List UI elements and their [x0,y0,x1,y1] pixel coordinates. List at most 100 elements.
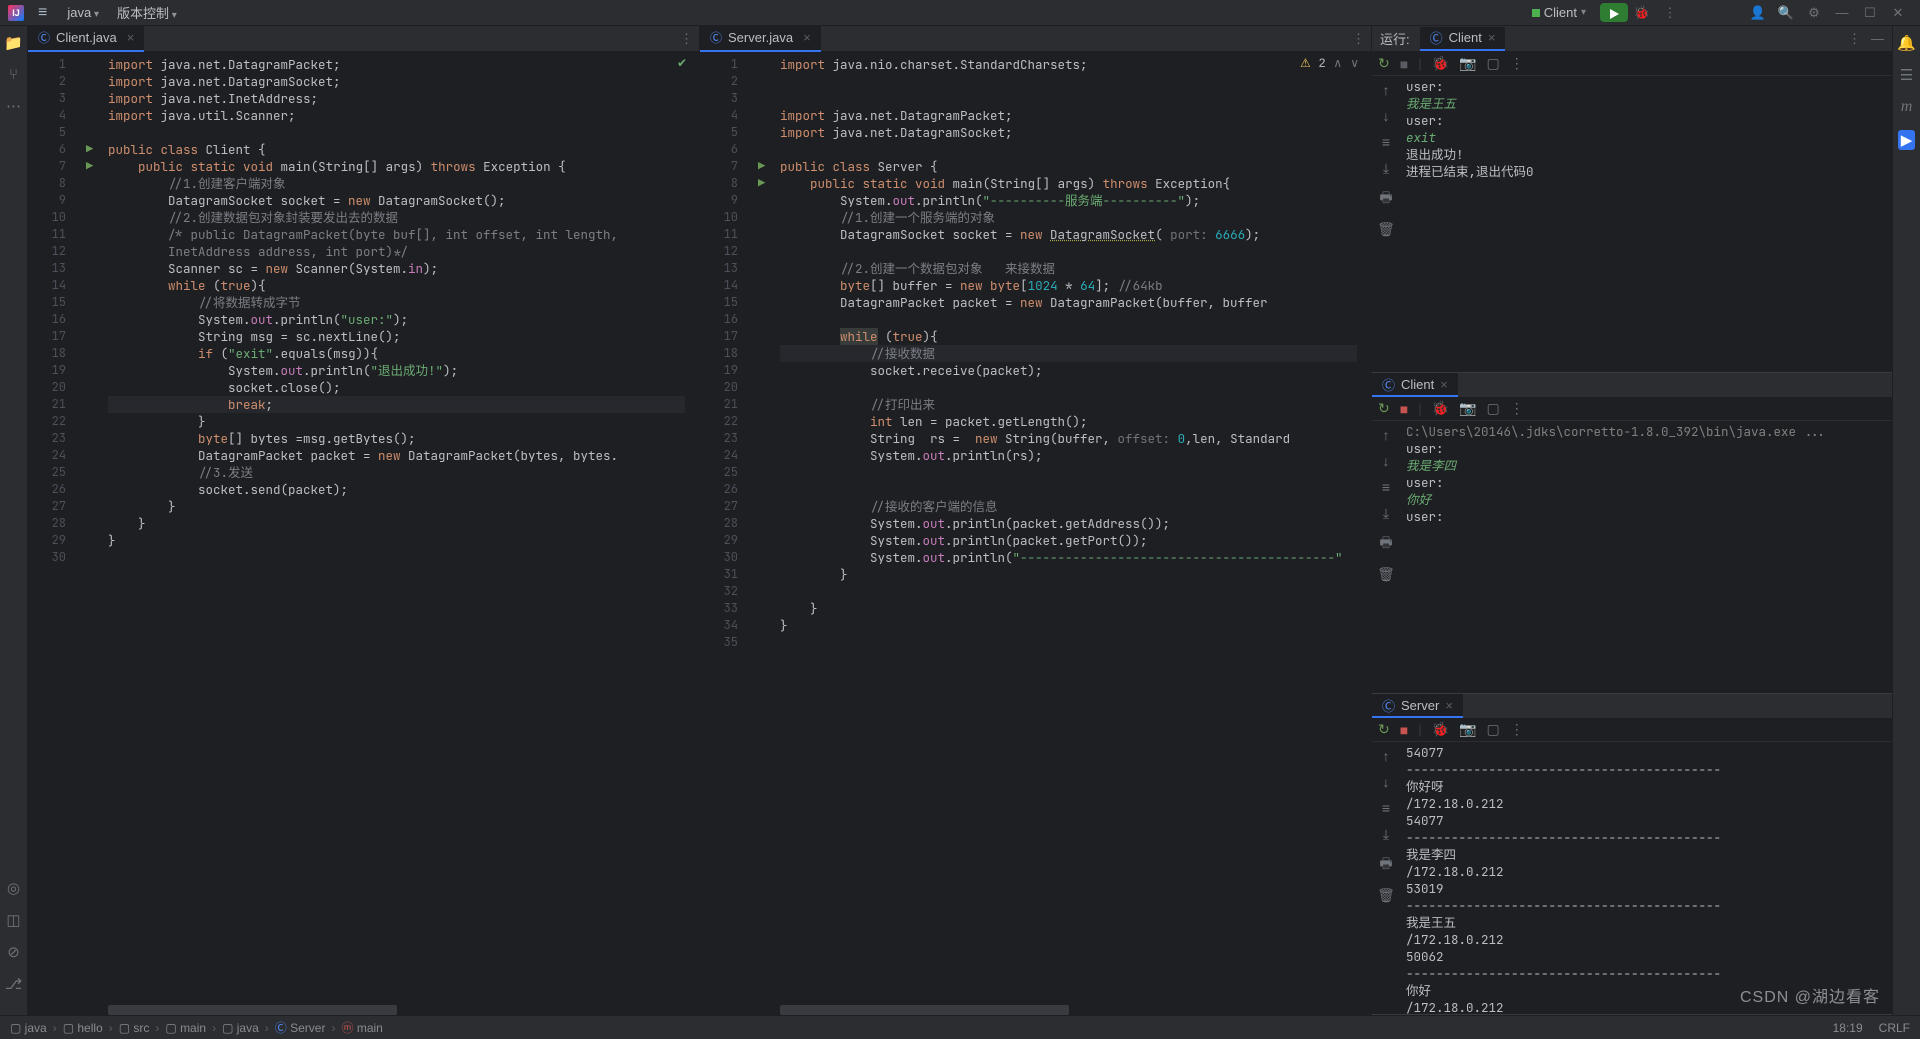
code-with-me-icon[interactable]: 👤 [1744,5,1772,21]
debug-icon[interactable]: 🐞 [1432,721,1449,738]
maximize-button[interactable]: ☐ [1856,5,1884,21]
more-icon[interactable]: ⋮ [1510,55,1524,72]
search-icon[interactable]: 🔍 [1772,5,1800,21]
print-icon[interactable]: 🖶 [1379,853,1392,877]
vcs-dropdown[interactable]: 版本控制 [117,3,177,22]
layout-icon[interactable]: ▢ [1486,55,1499,72]
wrap-icon[interactable]: ≡ [1382,134,1390,150]
breadcrumb-item[interactable]: ▢ java [222,1021,259,1035]
problems-tool-icon[interactable]: ⊘ [7,943,20,961]
stop-icon[interactable]: ■ [1400,722,1408,738]
down-icon[interactable]: ↓ [1383,774,1390,790]
print-icon[interactable]: 🖶 [1379,532,1392,556]
settings-icon[interactable]: ⚙ [1800,5,1828,21]
wrap-icon[interactable]: ≡ [1382,479,1390,495]
target-tool-icon[interactable]: ◎ [7,879,20,897]
more-run-button[interactable]: ⋮ [1656,5,1684,21]
db-tool-icon[interactable]: ☰ [1900,66,1913,84]
vcs-tool-icon[interactable]: ⎇ [5,975,22,993]
rerun-icon[interactable]: ↻ [1378,721,1390,738]
tab-more-icon[interactable]: ⋮ [1352,31,1365,47]
code-area-right[interactable]: ⚠ 2 ∧ ∨ 1234567▶8▶9101112131415161718192… [700,52,1371,1015]
status-bar: ▢ java›▢ hello›▢ src›▢ main›▢ java›Ⓒ Ser… [0,1015,1920,1039]
project-tool-icon[interactable]: 📁 [4,34,23,52]
breadcrumb-item[interactable]: Ⓒ Server [275,1019,326,1036]
layout-icon[interactable]: ▢ [1486,400,1499,417]
breadcrumb-item[interactable]: ⓜ main [341,1019,382,1036]
gutter-left: 123456▶7▶8910111213141516171819202122232… [28,52,86,1015]
tab-more-icon[interactable]: ⋮ [680,31,693,47]
breadcrumb-item[interactable]: ▢ main [165,1021,206,1035]
trash-icon[interactable]: 🗑 [1377,221,1395,238]
rerun-icon[interactable]: ↻ [1378,55,1390,72]
run-header-tab[interactable]: Ⓒ Client × [1420,27,1506,51]
trash-icon[interactable]: 🗑 [1377,887,1395,904]
trash-icon[interactable]: 🗑 [1377,566,1395,583]
close-icon[interactable]: × [1488,30,1496,45]
camera-icon[interactable]: 📷 [1459,400,1476,417]
more-tools-icon[interactable]: ⋯ [6,97,21,115]
title-bar: IJ ≡ java 版本控制 Client ▾ 🐞 ⋮ 👤 🔍 ⚙ — ☐ ✕ [0,0,1920,26]
down-icon[interactable]: ↓ [1383,108,1390,124]
run-panel-1: Ⓒ Client × ↻ ■ | 🐞 📷 ▢ ⋮ ↑ ↓ ≡ ⤓ 🖶 🗑 C:\… [1372,373,1892,694]
run-side-toolbar: ↑ ↓ ≡ ⤓ 🖶 🗑 [1372,76,1400,372]
run-config-selector[interactable]: Client ▾ [1524,3,1594,22]
gutter-right: 1234567▶8▶910111213141516171819202122232… [700,52,758,1015]
maven-tool-icon[interactable]: m [1901,98,1913,116]
code-area-left[interactable]: ✔ 123456▶7▶89101112131415161718192021222… [28,52,699,1015]
project-dropdown[interactable]: java [67,5,99,20]
notifications-icon[interactable]: 🔔 [1897,34,1916,52]
close-tab-icon[interactable]: × [803,30,811,45]
run-panel-tab[interactable]: Ⓒ Server × [1372,694,1463,718]
minimize-button[interactable]: — [1828,5,1856,20]
camera-icon[interactable]: 📷 [1459,55,1476,72]
run-output[interactable]: user:我是王五user:exit退出成功!进程已结束,退出代码0 [1400,76,1892,372]
minimize-tool-icon[interactable]: — [1871,31,1884,46]
print-icon[interactable]: 🖶 [1379,187,1392,211]
camera-icon[interactable]: 📷 [1459,721,1476,738]
tab-server-java[interactable]: Ⓒ Server.java × [700,26,821,52]
scroll-icon[interactable]: ⤓ [1383,160,1389,177]
breadcrumb-item[interactable]: ▢ hello [63,1021,103,1035]
editor-pane-right: Ⓒ Server.java × ⋮ ⚠ 2 ∧ ∨ 1234567▶8▶9101… [700,26,1372,1015]
run-output[interactable]: C:\Users\20146\.jdks\corretto-1.8.0_392\… [1400,421,1892,693]
hscroll-right[interactable] [780,1005,1357,1015]
stop-icon[interactable]: ■ [1400,56,1408,72]
scroll-icon[interactable]: ⤓ [1383,505,1389,522]
breadcrumb-item[interactable]: ▢ java [10,1021,47,1035]
debug-icon[interactable]: 🐞 [1432,400,1449,417]
scroll-icon[interactable]: ⤓ [1383,826,1389,843]
chevron-down-icon: ▾ [1581,7,1586,18]
debug-button[interactable]: 🐞 [1628,5,1656,21]
up-icon[interactable]: ↑ [1383,82,1390,98]
structure-tool-icon[interactable]: ⑂ [9,66,18,83]
run-toolbar: ↻ ■ | 🐞 📷 ▢ ⋮ [1372,718,1892,742]
close-icon[interactable]: × [1440,377,1448,392]
debug-icon[interactable]: 🐞 [1432,55,1449,72]
more-icon[interactable]: ⋮ [1510,400,1524,417]
main-menu-button[interactable]: ≡ [38,4,47,22]
rerun-icon[interactable]: ↻ [1378,400,1390,417]
wrap-icon[interactable]: ≡ [1382,800,1390,816]
close-button[interactable]: ✕ [1884,5,1912,21]
layout-icon[interactable]: ▢ [1486,721,1499,738]
run-more-icon[interactable]: ⋮ [1848,31,1861,47]
down-icon[interactable]: ↓ [1383,453,1390,469]
line-separator[interactable]: CRLF [1879,1021,1910,1035]
close-icon[interactable]: × [1445,698,1453,713]
caret-position[interactable]: 18:19 [1833,1021,1863,1035]
tab-client-java[interactable]: Ⓒ Client.java × [28,26,144,52]
hscroll-left[interactable] [108,1005,685,1015]
close-tab-icon[interactable]: × [127,30,135,45]
build-tool-icon[interactable]: ◫ [6,911,20,929]
run-button[interactable] [1600,3,1628,22]
stop-icon[interactable]: ■ [1400,401,1408,417]
run-side-icon[interactable]: ▶ [1898,130,1916,150]
breadcrumb[interactable]: ▢ java›▢ hello›▢ src›▢ main›▢ java›Ⓒ Ser… [10,1019,383,1036]
run-output[interactable]: 54077-----------------------------------… [1400,742,1892,1014]
up-icon[interactable]: ↑ [1383,748,1390,764]
more-icon[interactable]: ⋮ [1510,721,1524,738]
breadcrumb-item[interactable]: ▢ src [119,1021,150,1035]
run-panel-tab[interactable]: Ⓒ Client × [1372,373,1458,397]
up-icon[interactable]: ↑ [1383,427,1390,443]
